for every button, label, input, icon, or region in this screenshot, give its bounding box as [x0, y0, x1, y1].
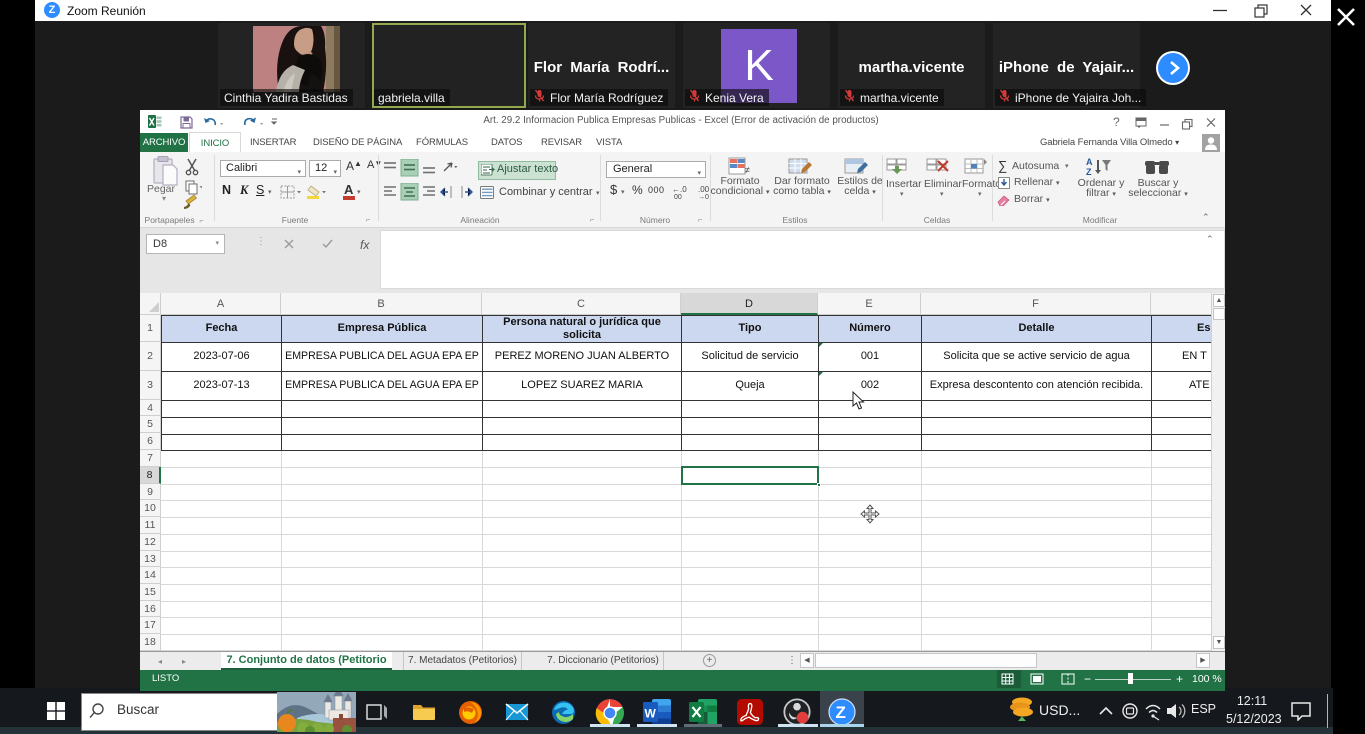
svg-text:.00: .00	[698, 185, 710, 194]
svg-text:≠: ≠	[745, 165, 750, 175]
svg-text:fx: fx	[360, 238, 370, 252]
svg-text:A: A	[1086, 157, 1093, 167]
svg-text:Z: Z	[836, 703, 846, 722]
svg-text:?: ?	[1113, 115, 1120, 129]
svg-text:W: W	[645, 707, 657, 721]
svg-text:←.0: ←.0	[672, 185, 687, 194]
svg-text:→0: →0	[698, 194, 709, 200]
svg-text:Z: Z	[1086, 167, 1092, 176]
svg-text:00: 00	[674, 194, 682, 200]
